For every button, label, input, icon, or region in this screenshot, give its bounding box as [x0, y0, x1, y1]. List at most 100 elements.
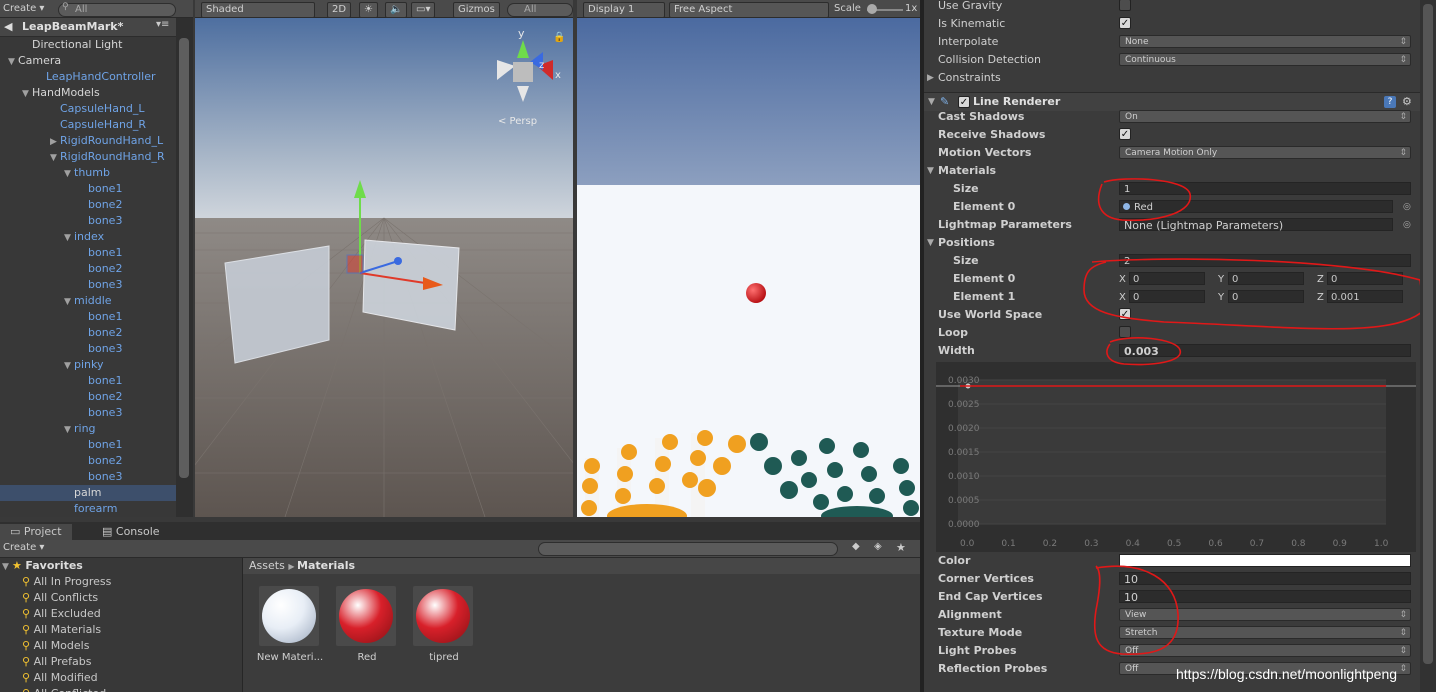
- cast-shadows-dropdown[interactable]: On: [1119, 110, 1411, 124]
- effects-dropdown-icon[interactable]: ▭▾: [411, 2, 436, 18]
- lightmap-field[interactable]: None (Lightmap Parameters): [1119, 218, 1393, 232]
- help-book-icon[interactable]: ?: [1384, 96, 1396, 108]
- hierarchy-scroll-thumb[interactable]: [179, 38, 189, 478]
- lighting-toggle-icon[interactable]: ☀: [359, 2, 378, 18]
- corner-vertices-field[interactable]: 10: [1119, 572, 1411, 586]
- hierarchy-item[interactable]: LeapHandController: [0, 69, 176, 85]
- loop-checkbox[interactable]: ✓: [1119, 326, 1131, 338]
- gizmo-plane-handle[interactable]: [346, 254, 364, 274]
- rigidbody-dropdown[interactable]: Continuous: [1119, 53, 1411, 67]
- hierarchy-item[interactable]: bone2: [0, 261, 176, 277]
- hierarchy-scrollbar[interactable]: [176, 18, 193, 517]
- positions-size-field[interactable]: 2: [1119, 254, 1411, 267]
- lightmap-picker-icon[interactable]: ◎: [1403, 216, 1411, 234]
- favorite-item[interactable]: ⚲ All Modified: [0, 670, 242, 686]
- hierarchy-item[interactable]: ▼ middle: [0, 293, 176, 309]
- favorite-item[interactable]: ⚲ All Materials: [0, 622, 242, 638]
- hierarchy-item[interactable]: bone2: [0, 325, 176, 341]
- hierarchy-item[interactable]: bone3: [0, 277, 176, 293]
- rigidbody-row[interactable]: ▶ Constraints: [924, 69, 1420, 87]
- favorite-item[interactable]: ⚲ All Prefabs: [0, 654, 242, 670]
- materials-row[interactable]: ▼ Materials: [924, 162, 1420, 180]
- hierarchy-item[interactable]: CapsuleHand_R: [0, 117, 176, 133]
- hierarchy-item[interactable]: bone1: [0, 309, 176, 325]
- scale-slider-thumb[interactable]: [867, 4, 877, 14]
- hierarchy-search-input[interactable]: All: [58, 3, 176, 17]
- position-x-field[interactable]: X0: [1119, 290, 1205, 303]
- positions-row[interactable]: ▼ Positions: [924, 234, 1420, 252]
- position-z-field[interactable]: Z 0.001: [1317, 290, 1403, 303]
- texture-mode-dropdown[interactable]: Stretch: [1119, 626, 1411, 640]
- hierarchy-item[interactable]: bone1: [0, 437, 176, 453]
- hierarchy-item[interactable]: bone1: [0, 245, 176, 261]
- scene-menu-icon[interactable]: ▾≡: [156, 19, 169, 30]
- foldout-arrow-icon[interactable]: ▼: [64, 422, 74, 438]
- hierarchy-item[interactable]: bone2: [0, 389, 176, 405]
- alignment-dropdown[interactable]: View: [1119, 608, 1411, 622]
- asset-tile[interactable]: tipred: [411, 586, 477, 676]
- display-dropdown[interactable]: Display 1: [583, 2, 665, 18]
- project-search-input[interactable]: [538, 542, 838, 556]
- foldout-arrow-icon[interactable]: ▶: [927, 69, 934, 87]
- favorite-star-icon[interactable]: ★: [896, 541, 906, 554]
- receive-shadows-checkbox[interactable]: ✓: [1119, 128, 1131, 140]
- filter-by-label-icon[interactable]: ◈: [874, 541, 882, 552]
- favorite-item[interactable]: ⚲ All Excluded: [0, 606, 242, 622]
- tab-project[interactable]: ▭ Project: [0, 524, 72, 540]
- asset-tile[interactable]: Red: [334, 586, 400, 676]
- hierarchy-item[interactable]: ▼ thumb: [0, 165, 176, 181]
- tab-console[interactable]: ▤ Console: [92, 524, 170, 540]
- use-world-space-checkbox[interactable]: ✓: [1119, 308, 1131, 320]
- hierarchy-item[interactable]: Directional Light: [0, 37, 176, 53]
- hierarchy-item[interactable]: bone2: [0, 453, 176, 469]
- materials-element0-field[interactable]: Red: [1119, 200, 1393, 213]
- position-y-field[interactable]: Y0: [1218, 272, 1304, 285]
- project-create-button[interactable]: Create ▾: [3, 542, 44, 553]
- asset-tile[interactable]: New Materi...: [257, 586, 323, 676]
- light-probes-dropdown[interactable]: Off: [1119, 644, 1411, 658]
- hierarchy-item[interactable]: CapsuleHand_L: [0, 101, 176, 117]
- breadcrumb-root[interactable]: Assets: [249, 559, 285, 572]
- foldout-arrow-icon[interactable]: ▼: [64, 358, 74, 374]
- foldout-arrow-icon[interactable]: ▶: [50, 134, 60, 150]
- width-field[interactable]: 0.003: [1119, 344, 1411, 358]
- gizmos-dropdown[interactable]: Gizmos: [453, 2, 500, 18]
- persp-label[interactable]: < Persp: [498, 116, 537, 127]
- hierarchy-item[interactable]: palm: [0, 485, 176, 501]
- rigidbody-checkbox[interactable]: ✓: [1119, 0, 1131, 11]
- position-x-field[interactable]: X0: [1119, 272, 1205, 285]
- filter-by-type-icon[interactable]: ◆: [852, 541, 860, 552]
- audio-toggle-icon[interactable]: 🔈: [385, 2, 408, 18]
- inspector-scroll-thumb[interactable]: [1423, 4, 1433, 664]
- materials-size-field[interactable]: 1: [1119, 182, 1411, 195]
- foldout-arrow-icon[interactable]: ▼: [64, 294, 74, 310]
- motion-vectors-dropdown[interactable]: Camera Motion Only: [1119, 146, 1411, 160]
- game-viewport[interactable]: [577, 18, 920, 517]
- position-z-field[interactable]: Z0: [1317, 272, 1403, 285]
- gizmo-z-handle[interactable]: [394, 257, 402, 265]
- hierarchy-item[interactable]: bone3: [0, 341, 176, 357]
- aspect-dropdown[interactable]: Free Aspect: [669, 2, 829, 18]
- shading-mode-dropdown[interactable]: Shaded: [201, 2, 315, 18]
- hierarchy-item[interactable]: ▼ ring: [0, 421, 176, 437]
- favorites-header[interactable]: ▼ ★ Favorites: [0, 558, 242, 574]
- hierarchy-item[interactable]: ▶ RigidRoundHand_L: [0, 133, 176, 149]
- favorite-item[interactable]: ⚲ All Conflicted: [0, 686, 242, 692]
- favorites-arrow-icon[interactable]: ▼: [2, 559, 12, 575]
- hierarchy-item[interactable]: ▼ HandModels: [0, 85, 176, 101]
- favorite-item[interactable]: ⚲ All In Progress: [0, 574, 242, 590]
- object-picker-icon[interactable]: ◎: [1403, 198, 1411, 216]
- hierarchy-item[interactable]: bone2: [0, 197, 176, 213]
- foldout-arrow-icon[interactable]: ▼: [64, 166, 74, 182]
- materials-foldout-icon[interactable]: ▼: [927, 162, 934, 180]
- curve-key-handle[interactable]: [965, 383, 971, 389]
- foldout-arrow-icon[interactable]: ▼: [64, 230, 74, 246]
- hierarchy-item[interactable]: ▼ pinky: [0, 357, 176, 373]
- rigidbody-checkbox[interactable]: ✓: [1119, 17, 1131, 29]
- line-renderer-enabled-checkbox[interactable]: ✓: [958, 96, 970, 108]
- hierarchy-item[interactable]: bone3: [0, 405, 176, 421]
- lock-icon[interactable]: 🔒: [553, 31, 565, 43]
- hierarchy-item[interactable]: bone3: [0, 213, 176, 229]
- position-y-field[interactable]: Y0: [1218, 290, 1304, 303]
- favorite-item[interactable]: ⚲ All Conflicts: [0, 590, 242, 606]
